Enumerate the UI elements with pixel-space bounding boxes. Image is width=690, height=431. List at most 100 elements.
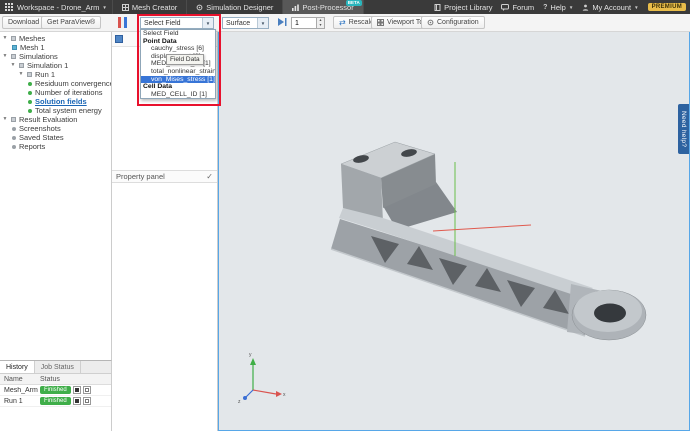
result-icon	[28, 108, 32, 113]
forum-link[interactable]: Forum	[501, 3, 534, 12]
column-header-name: Name	[4, 375, 23, 383]
project-tree-panel: ▼ Meshes Mesh 1 ▼ Simulations ▼ Simulation …	[0, 31, 112, 360]
color-legend-icon[interactable]	[117, 17, 128, 28]
expander-icon[interactable]: ▼	[18, 70, 24, 79]
need-help-tab[interactable]: Need help?	[678, 104, 689, 154]
x-axis-line	[432, 224, 532, 232]
result-icon	[28, 81, 32, 86]
frame-stepper[interactable]: ▲ ▼	[317, 17, 325, 29]
stop-icon	[74, 388, 79, 392]
help-label: Help	[550, 2, 566, 12]
representation-combo[interactable]: Surface ▼	[222, 17, 269, 29]
tree-item-label: Solution fields	[35, 97, 87, 106]
premium-badge: PREMIUM	[647, 3, 686, 11]
question-icon: ?	[543, 3, 548, 11]
tree-item-result-evaluation[interactable]: ▼ Result Evaluation	[0, 115, 111, 124]
rescale-icon: ⇄	[339, 17, 346, 27]
need-help-label: Need help?	[680, 110, 687, 148]
play-icon[interactable]	[277, 17, 287, 27]
job-action-button[interactable]	[72, 397, 81, 405]
frame-number-input[interactable]	[291, 17, 317, 29]
tree-item-run-1[interactable]: ▼ Run 1	[0, 70, 111, 79]
job-name: Mesh_Arm	[4, 386, 38, 394]
help-menu[interactable]: ? Help ▼	[543, 3, 573, 12]
chart-icon	[292, 4, 300, 11]
tab-simulation-designer[interactable]: Simulation Designer	[186, 0, 282, 14]
configuration-button[interactable]: Configuration	[421, 16, 485, 29]
mesh-icon	[12, 45, 17, 50]
job-detail-button[interactable]	[82, 386, 91, 394]
chevron-down-icon: ▼	[568, 4, 574, 10]
table-row[interactable]: Run 1 Finished	[0, 396, 111, 407]
beta-badge: BETA	[345, 0, 362, 6]
project-library-label: Project Library	[444, 2, 493, 12]
dropdown-option[interactable]: total_nonlinear_strain [6]	[141, 68, 215, 76]
field-select-combo[interactable]: Select Field ▼	[140, 17, 214, 29]
tree-item-label: Mesh 1	[20, 43, 45, 52]
tab-history[interactable]: History	[0, 361, 35, 373]
expander-icon[interactable]: ▼	[2, 52, 8, 61]
tree-item-residuum-convergence-plot[interactable]: Residuum convergence plot	[0, 79, 111, 88]
tree-item-solution-fields[interactable]: Solution fields	[0, 97, 111, 106]
apps-grid-icon[interactable]	[5, 3, 13, 11]
dataset-icon[interactable]	[115, 34, 123, 43]
result-icon	[28, 99, 32, 104]
tree-item-simulations[interactable]: ▼ Simulations	[0, 52, 111, 61]
history-panel: History Job Status Name Status Mesh_Arm …	[0, 360, 112, 431]
svg-text:z: z	[238, 399, 241, 405]
tree-item-simulation-1[interactable]: ▼ Simulation 1	[0, 61, 111, 70]
dropdown-group-cell-data: Cell Data	[143, 83, 173, 91]
get-paraview-label: Get ParaView®	[47, 19, 96, 26]
step-down-icon[interactable]: ▼	[317, 23, 324, 28]
dropdown-option-selected[interactable]: von_Mises_stress [1]	[141, 75, 215, 84]
gear-icon	[196, 4, 203, 10]
tab-label: History	[6, 363, 28, 371]
folder-icon	[11, 117, 16, 122]
tab-job-status[interactable]: Job Status	[35, 361, 81, 373]
field-select-value: Select Field	[144, 19, 181, 27]
my-account-menu[interactable]: My Account ▼	[582, 3, 639, 12]
tab-post-processor[interactable]: Post-Processor BETA	[282, 0, 364, 14]
tree-item-mesh-1[interactable]: Mesh 1	[0, 43, 111, 52]
detail-icon	[84, 399, 89, 403]
expander-icon[interactable]: ▼	[10, 61, 16, 70]
tree-item-label: Run 1	[35, 70, 56, 79]
expander-icon[interactable]: ▼	[2, 34, 8, 43]
tree-item-label: Saved States	[19, 133, 64, 142]
tree-item-label: Simulations	[19, 52, 58, 61]
app-window: Workspace - Drone_Arm ▼ Mesh Creator Sim…	[0, 0, 690, 431]
render-viewport[interactable]: y x z Need help?	[218, 31, 690, 431]
app-tabs: Mesh Creator Simulation Designer Post-Pr…	[111, 0, 364, 14]
tree-item-total-system-energy[interactable]: Total system energy	[0, 106, 111, 115]
svg-text:x: x	[283, 392, 286, 398]
get-paraview-button[interactable]: Get ParaView®	[41, 16, 102, 29]
status-badge: Finished	[40, 386, 71, 394]
dropdown-option[interactable]: Select Field	[141, 30, 215, 38]
top-bar: Workspace - Drone_Arm ▼ Mesh Creator Sim…	[0, 0, 690, 14]
folder-icon	[11, 54, 16, 59]
tree-item-label: Residuum convergence plot	[35, 79, 112, 88]
download-label: Download	[8, 19, 40, 26]
table-row[interactable]: Mesh_Arm Finished	[0, 385, 111, 396]
tree-item-screenshots[interactable]: Screenshots	[0, 124, 111, 133]
job-detail-button[interactable]	[82, 397, 91, 405]
job-action-button[interactable]	[72, 386, 81, 394]
expander-icon[interactable]: ▼	[2, 115, 8, 124]
tree-item-saved-states[interactable]: Saved States	[0, 133, 111, 142]
tree-item-number-of-iterations[interactable]: Number of iterations	[0, 88, 111, 97]
viewport-grid-icon	[377, 19, 384, 26]
forum-label: Forum	[512, 2, 535, 12]
chevron-down-icon: ▼	[202, 18, 213, 28]
mesh-icon	[121, 3, 129, 11]
tree-item-reports[interactable]: Reports	[0, 142, 111, 151]
property-panel-title: Property panel	[116, 172, 165, 181]
tab-mesh-creator[interactable]: Mesh Creator	[111, 0, 186, 14]
apply-check-icon[interactable]: ✓	[206, 172, 213, 181]
workspace-selector[interactable]: Workspace - Drone_Arm ▼	[17, 3, 107, 12]
tab-label: Job Status	[40, 363, 74, 371]
dropdown-option[interactable]: MED_CELL_ID [1]	[141, 91, 215, 99]
gear-icon	[427, 19, 434, 26]
tree-item-meshes[interactable]: ▼ Meshes	[0, 34, 111, 43]
project-library-link[interactable]: Project Library	[434, 3, 492, 12]
dropdown-option[interactable]: cauchy_stress [6]	[141, 45, 215, 53]
